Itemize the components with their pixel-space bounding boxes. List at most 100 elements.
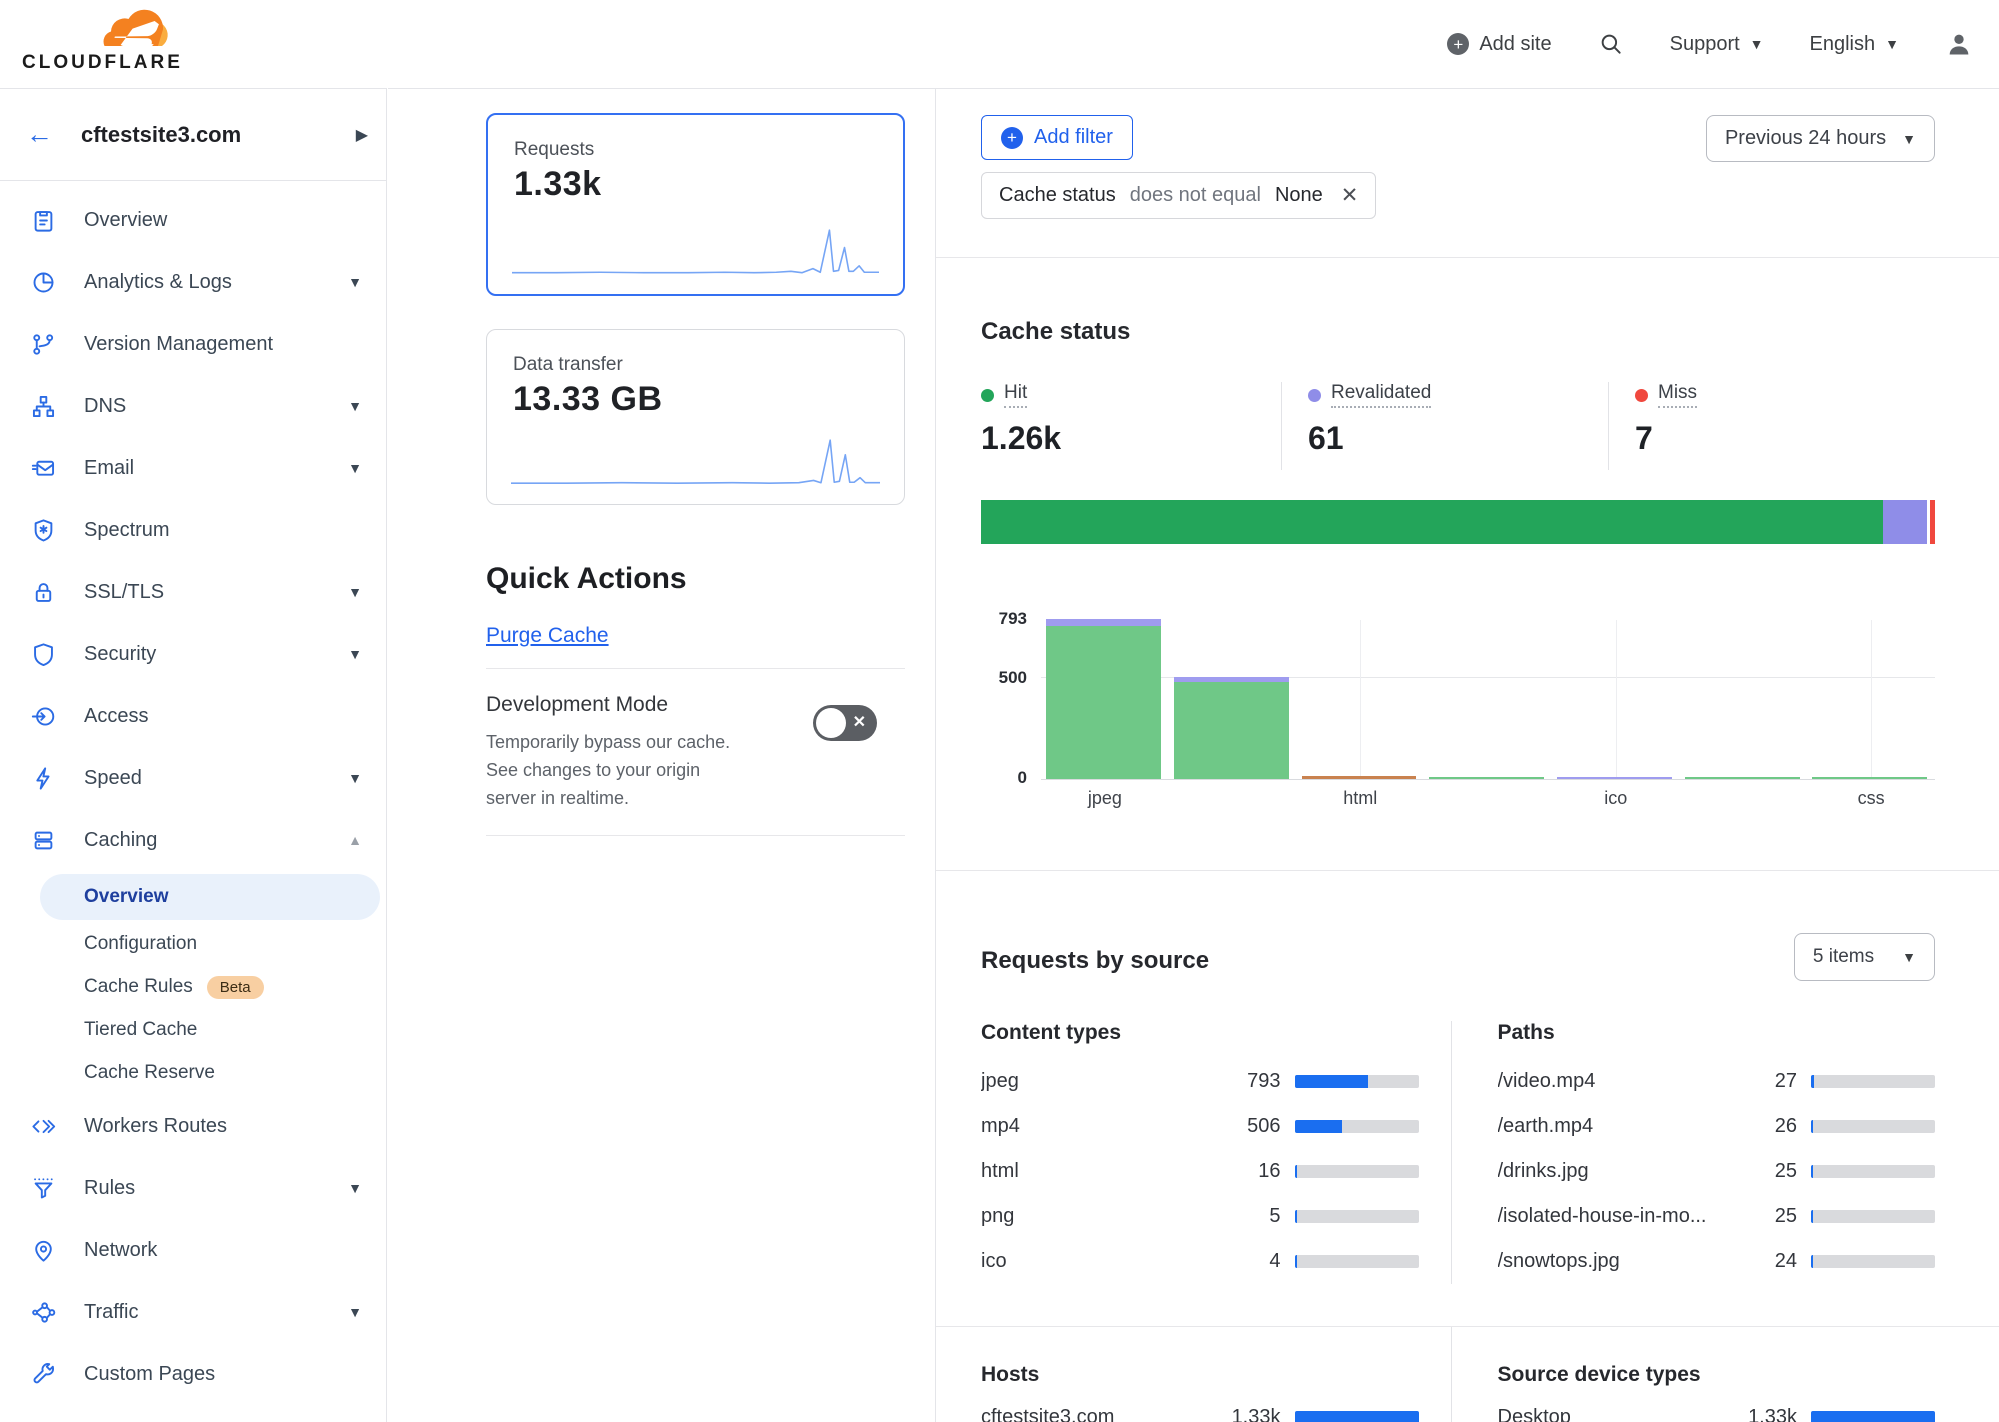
hosts-table: Hosts cftestsite3.com1.33k	[981, 1327, 1419, 1422]
table-row: ico4	[981, 1239, 1419, 1284]
row-bar	[1295, 1165, 1419, 1178]
row-label: /video.mp4	[1498, 1070, 1724, 1093]
stat-label[interactable]: Hit	[1004, 382, 1027, 408]
row-value: 27	[1723, 1070, 1797, 1093]
row-label: /isolated-house-in-mo...	[1498, 1205, 1724, 1228]
table-row: png5	[981, 1194, 1419, 1239]
add-site-button[interactable]: + Add site	[1447, 33, 1551, 56]
user-icon	[1945, 30, 1973, 58]
sidebar-item-overview[interactable]: Overview	[0, 189, 386, 251]
remove-filter-icon[interactable]: ✕	[1341, 183, 1359, 208]
divider	[486, 835, 905, 836]
sidebar-item-network[interactable]: Network	[0, 1219, 386, 1281]
table-title: Source device types	[1498, 1363, 1936, 1387]
sidebar-item-custom-pages[interactable]: Custom Pages	[0, 1343, 386, 1405]
stat-label[interactable]: Miss	[1658, 382, 1697, 408]
sidebar-subitem-caching-cache-reserve[interactable]: Cache Reserve	[0, 1052, 386, 1094]
row-label: /drinks.jpg	[1498, 1160, 1724, 1183]
time-range-select[interactable]: Previous 24 hours ▼	[1706, 115, 1935, 162]
sidebar-item-label: Network	[84, 1239, 157, 1262]
language-menu[interactable]: English ▼	[1810, 33, 1899, 56]
bar-segment-hit	[1812, 777, 1927, 779]
divider	[486, 668, 905, 669]
hit-dot-icon	[981, 389, 994, 402]
bar-segment-hit	[1174, 682, 1289, 779]
sidebar-item-traffic[interactable]: Traffic▼	[0, 1281, 386, 1343]
bar-other	[1685, 777, 1800, 779]
hosts-devices-section: Hosts cftestsite3.com1.33k Source device…	[936, 1327, 1999, 1422]
sidebar-item-spectrum[interactable]: Spectrum	[0, 499, 386, 561]
server-stack-icon	[30, 827, 57, 854]
chart-plot-area	[1041, 620, 1935, 780]
sidebar-item-email[interactable]: Email▼	[0, 437, 386, 499]
sidebar-item-dns[interactable]: DNS▼	[0, 375, 386, 437]
toggle-off-x-icon: ✕	[853, 712, 866, 732]
chevron-down-icon: ▼	[348, 1304, 362, 1320]
wrench-icon	[30, 1361, 57, 1388]
add-filter-button[interactable]: + Add filter	[981, 115, 1133, 160]
gridline	[1360, 620, 1361, 779]
requests-by-source-title: Requests by source	[981, 947, 1209, 975]
filter-chip[interactable]: Cache status does not equal None ✕	[981, 172, 1376, 219]
chevron-down-icon: ▼	[348, 274, 362, 290]
sidebar-item-rules[interactable]: Rules▼	[0, 1157, 386, 1219]
source-tables: Content types jpeg793mp4506html16png5ico…	[981, 1021, 1935, 1284]
sidebar-item-caching[interactable]: Caching▲	[0, 809, 386, 871]
stat-value: 1.26k	[981, 420, 1281, 457]
sidebar: ← cftestsite3.com ▶ OverviewAnalytics & …	[0, 88, 387, 1422]
cloudflare-logo[interactable]: CLOUDFLARE	[22, 4, 192, 74]
revalidated-dot-icon	[1308, 389, 1321, 402]
top-bar: CLOUDFLARE + Add site Support ▼ English …	[0, 0, 1999, 88]
sidebar-item-access[interactable]: Access	[0, 685, 386, 747]
sidebar-item-analytics-logs[interactable]: Analytics & Logs▼	[0, 251, 386, 313]
cache-status-stacked-bar	[981, 500, 1935, 544]
sidebar-subitem-caching-cache-rules[interactable]: Cache RulesBeta	[0, 966, 386, 1008]
chevron-right-icon[interactable]: ▶	[356, 125, 368, 145]
sidebar-item-label: Speed	[84, 767, 142, 790]
sidebar-item-version-management[interactable]: Version Management	[0, 313, 386, 375]
sidebar-subitem-caching-overview[interactable]: Overview	[40, 874, 380, 920]
shield-icon	[30, 641, 57, 668]
support-menu[interactable]: Support ▼	[1670, 33, 1764, 56]
filter-field: Cache status	[999, 184, 1116, 207]
sidebar-item-speed[interactable]: Speed▼	[0, 747, 386, 809]
row-bar	[1295, 1075, 1419, 1088]
sidebar-item-label: DNS	[84, 395, 126, 418]
row-bar	[1811, 1075, 1935, 1088]
bar-segment-expired	[1302, 776, 1417, 779]
y-axis-labels: 0500793	[981, 620, 1041, 780]
chevron-down-icon: ▼	[348, 646, 362, 662]
sidebar-subitem-caching-tiered-cache[interactable]: Tiered Cache	[0, 1009, 386, 1051]
table-row: /earth.mp426	[1498, 1104, 1936, 1149]
search-button[interactable]	[1598, 31, 1624, 57]
sidebar-item-security[interactable]: Security▼	[0, 623, 386, 685]
purge-cache-link[interactable]: Purge Cache	[486, 624, 609, 648]
share-nodes-icon	[30, 1299, 57, 1326]
items-count-select[interactable]: 5 items ▼	[1794, 933, 1935, 981]
sidebar-subitem-caching-configuration[interactable]: Configuration	[0, 923, 386, 965]
chevron-down-icon: ▼	[1902, 131, 1916, 147]
table-row: /video.mp427	[1498, 1059, 1936, 1104]
metric-card-data-transfer[interactable]: Data transfer 13.33 GB	[486, 329, 905, 505]
row-bar	[1811, 1210, 1935, 1223]
bar-segment-revalidated	[1557, 777, 1672, 779]
funnel-icon	[30, 1175, 57, 1202]
metric-label: Data transfer	[513, 354, 878, 376]
row-value: 4	[1207, 1250, 1281, 1273]
stat-label[interactable]: Revalidated	[1331, 382, 1431, 408]
cache-status-title: Cache status	[981, 318, 1935, 346]
toggle-knob	[816, 708, 846, 738]
sidebar-item-workers-routes[interactable]: Workers Routes	[0, 1095, 386, 1157]
account-menu[interactable]	[1945, 30, 1973, 58]
lightning-icon	[30, 765, 57, 792]
sidebar-item-label: Access	[84, 705, 148, 728]
development-mode-toggle[interactable]: ✕	[813, 705, 877, 741]
back-arrow-icon[interactable]: ←	[26, 121, 53, 148]
row-value: 506	[1207, 1115, 1281, 1138]
filter-value: None	[1275, 184, 1323, 207]
metric-card-requests[interactable]: Requests 1.33k	[486, 113, 905, 296]
row-label: html	[981, 1160, 1207, 1183]
sidebar-item-ssl-tls[interactable]: SSL/TLS▼	[0, 561, 386, 623]
mail-icon	[30, 455, 57, 482]
sidebar-subitem-label: Tiered Cache	[84, 1019, 197, 1041]
